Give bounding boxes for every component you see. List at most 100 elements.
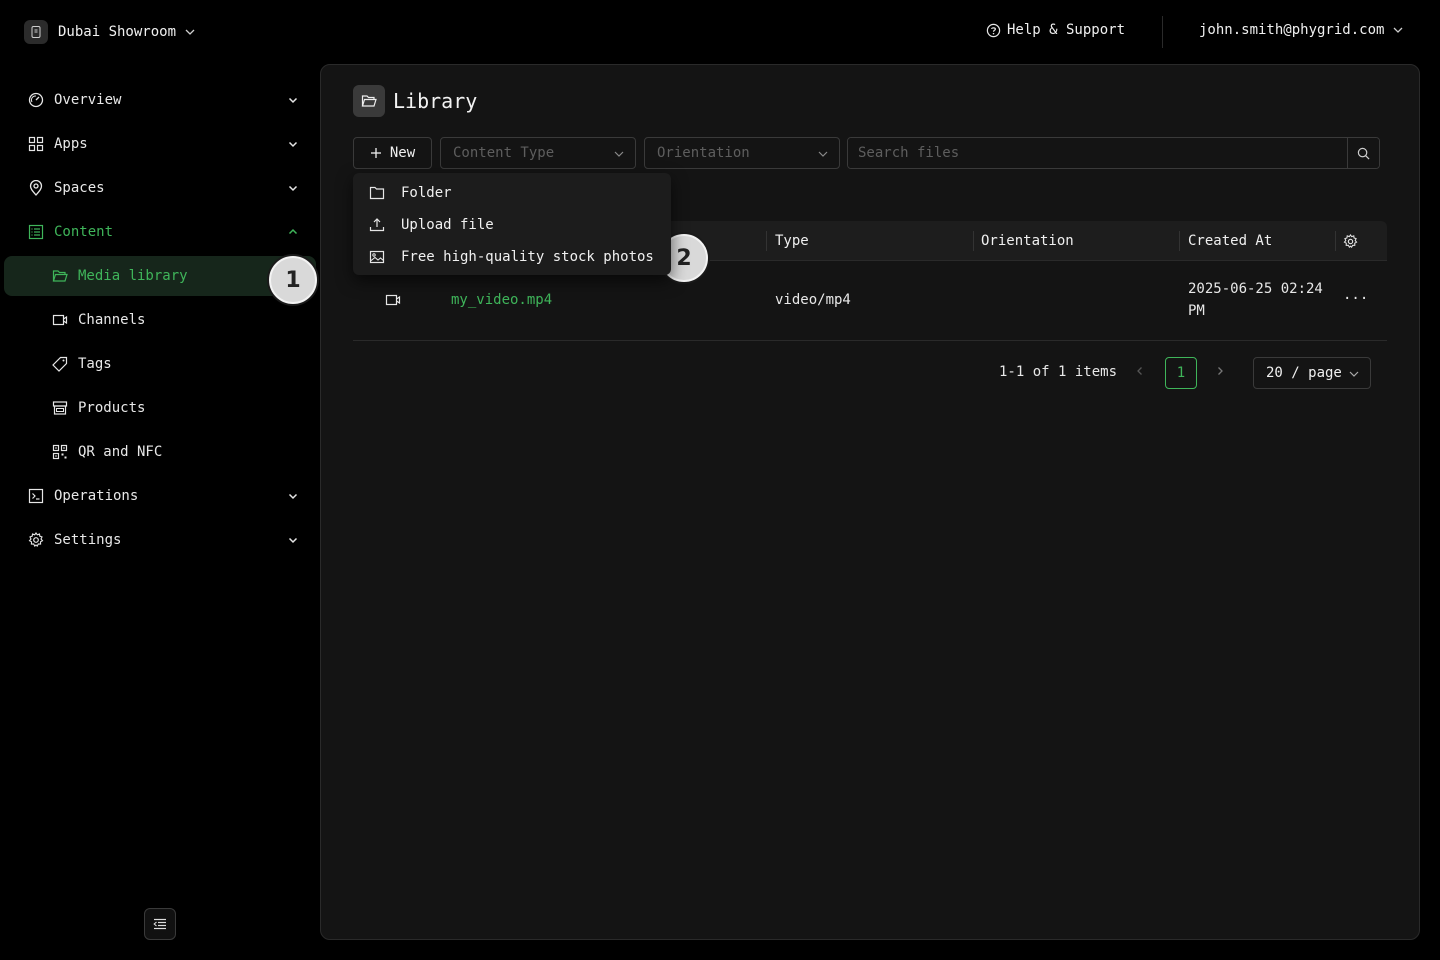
- column-header-type[interactable]: Type: [775, 221, 809, 261]
- sidebar-item-label: Media library: [78, 268, 188, 284]
- user-menu[interactable]: john.smith@phygrid.com: [1199, 22, 1404, 38]
- sidebar-item-tags[interactable]: Tags: [0, 342, 320, 386]
- sidebar-item-label: Spaces: [54, 180, 105, 196]
- search-icon: [1357, 147, 1370, 159]
- column-separator: [1179, 231, 1180, 251]
- created-at-date: 2025-06-25 02:24: [1188, 281, 1323, 297]
- tag-icon: [52, 356, 68, 372]
- chevron-down-icon: [288, 493, 298, 500]
- chevron-up-icon: [288, 228, 298, 235]
- folder-open-icon: [353, 85, 385, 117]
- dashboard-gauge-icon: [28, 92, 44, 108]
- sidebar-item-qr-nfc[interactable]: QR and NFC: [0, 430, 320, 474]
- new-button[interactable]: New: [353, 137, 432, 169]
- page-number-button[interactable]: 1: [1165, 357, 1197, 389]
- folder-icon: [369, 185, 385, 201]
- new-dropdown-menu: Folder Upload file Free high-quality sto…: [353, 173, 671, 275]
- step-marker-1: 1: [269, 256, 317, 304]
- page-size-select[interactable]: 20 / page: [1253, 357, 1371, 389]
- orientation-select[interactable]: Orientation: [644, 137, 840, 169]
- top-bar: Dubai Showroom Help & Support john.smith…: [0, 0, 1440, 64]
- user-email: john.smith@phygrid.com: [1199, 22, 1385, 38]
- menu-item-label: Folder: [401, 185, 452, 201]
- menu-item-folder[interactable]: Folder: [353, 177, 671, 209]
- chevron-right-icon[interactable]: [1214, 365, 1226, 381]
- plus-icon: [370, 148, 381, 158]
- image-icon: [369, 249, 385, 265]
- sidebar-item-operations[interactable]: Operations: [0, 474, 320, 518]
- column-settings-gear-icon[interactable]: [1343, 221, 1358, 261]
- page-title: Library: [393, 89, 478, 113]
- sidebar-item-spaces[interactable]: Spaces: [0, 166, 320, 210]
- question-circle-icon: [986, 23, 1001, 37]
- location-pin-icon: [28, 180, 44, 196]
- sidebar-item-label: Operations: [54, 488, 139, 504]
- column-header-orientation[interactable]: Orientation: [981, 221, 1074, 261]
- main-panel: Library New Content Type Orientation Typ…: [320, 64, 1420, 940]
- chevron-down-icon: [818, 151, 828, 157]
- terminal-icon: [28, 488, 44, 504]
- orientation-placeholder: Orientation: [657, 145, 750, 161]
- sidebar-item-label: Apps: [54, 136, 88, 152]
- sidebar-item-label: QR and NFC: [78, 444, 163, 460]
- sidebar-item-products[interactable]: Products: [0, 386, 320, 430]
- chevron-down-icon: [1393, 27, 1403, 33]
- new-button-label: New: [389, 145, 416, 161]
- menu-item-label: Upload file: [401, 217, 494, 233]
- file-name-link[interactable]: my_video.mp4: [451, 292, 552, 308]
- video-camera-icon: [52, 312, 68, 328]
- menu-item-stock-photos[interactable]: Free high-quality stock photos: [353, 241, 671, 273]
- sidebar-item-label: Content: [54, 224, 114, 240]
- column-header-created-at[interactable]: Created At: [1188, 221, 1272, 261]
- sidebar: Overview Apps Spaces Content Media libra…: [0, 78, 320, 562]
- sidebar-item-label: Tags: [78, 356, 112, 372]
- chevron-down-icon: [1349, 371, 1359, 377]
- chevron-down-icon: [288, 141, 298, 148]
- qrcode-icon: [52, 444, 68, 460]
- menu-item-label: Free high-quality stock photos: [401, 249, 654, 265]
- sidebar-item-label: Products: [78, 400, 146, 416]
- video-file-icon: [385, 293, 401, 311]
- content-type-placeholder: Content Type: [453, 145, 555, 161]
- created-at-meridiem: PM: [1188, 303, 1205, 319]
- shop-icon: [52, 400, 68, 416]
- sidebar-item-settings[interactable]: Settings: [0, 518, 320, 562]
- menu-fold-icon: [153, 918, 166, 930]
- chevron-down-icon: [288, 97, 298, 104]
- sidebar-item-content[interactable]: Content: [0, 210, 320, 254]
- search-button[interactable]: [1347, 138, 1379, 168]
- column-separator: [766, 231, 767, 251]
- collapse-sidebar-button[interactable]: [144, 908, 176, 940]
- org-name: Dubai Showroom: [58, 24, 177, 40]
- help-support-label: Help & Support: [1007, 22, 1126, 38]
- chevron-left-icon[interactable]: [1134, 365, 1146, 381]
- pagination-summary: 1-1 of 1 items: [999, 364, 1118, 380]
- sidebar-item-label: Overview: [54, 92, 122, 108]
- sidebar-item-overview[interactable]: Overview: [0, 78, 320, 122]
- file-type: video/mp4: [775, 292, 851, 308]
- org-logo-icon: [24, 20, 48, 44]
- menu-item-upload-file[interactable]: Upload file: [353, 209, 671, 241]
- gear-icon: [28, 532, 44, 548]
- org-switcher[interactable]: Dubai Showroom: [24, 20, 196, 44]
- content-type-select[interactable]: Content Type: [440, 137, 636, 169]
- page-header: Library: [353, 85, 477, 117]
- header-divider: [1162, 16, 1163, 48]
- search-input[interactable]: [848, 138, 1347, 168]
- page-size-label: 20 / page: [1266, 365, 1342, 381]
- upload-icon: [369, 217, 385, 233]
- column-separator: [1335, 231, 1336, 251]
- chevron-down-icon: [185, 29, 195, 35]
- help-support-link[interactable]: Help & Support: [986, 22, 1125, 38]
- chevron-down-icon: [288, 537, 298, 544]
- sidebar-item-label: Settings: [54, 532, 122, 548]
- sidebar-item-apps[interactable]: Apps: [0, 122, 320, 166]
- row-actions-ellipsis-icon[interactable]: ···: [1343, 291, 1368, 307]
- chevron-down-icon: [614, 151, 624, 157]
- sidebar-item-channels[interactable]: Channels: [0, 298, 320, 342]
- content-list-icon: [28, 224, 44, 240]
- search-files: [847, 137, 1380, 169]
- folder-open-icon: [52, 268, 68, 284]
- column-separator: [973, 231, 974, 251]
- chevron-down-icon: [288, 185, 298, 192]
